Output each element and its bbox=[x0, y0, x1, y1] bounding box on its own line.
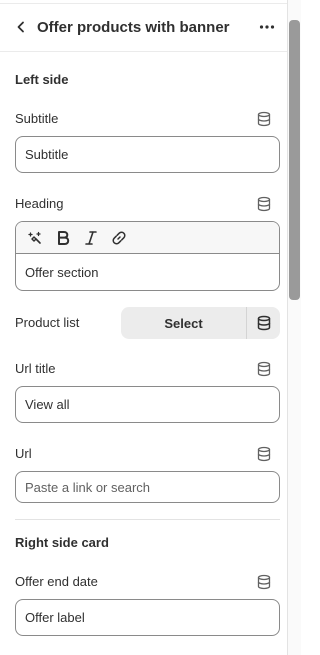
section-title-left-side: Left side bbox=[15, 72, 69, 87]
database-icon[interactable] bbox=[256, 361, 272, 377]
subtitle-input[interactable]: Subtitle bbox=[15, 136, 280, 173]
database-icon[interactable] bbox=[256, 111, 272, 127]
chevron-left-icon bbox=[17, 21, 24, 33]
database-icon bbox=[257, 315, 270, 331]
back-button[interactable] bbox=[8, 14, 34, 40]
section-divider bbox=[15, 519, 280, 520]
bold-icon bbox=[58, 230, 70, 245]
link-button[interactable] bbox=[108, 227, 130, 249]
more-horizontal-icon bbox=[259, 25, 275, 29]
url-label: Url bbox=[15, 446, 32, 461]
magic-icon bbox=[28, 231, 41, 244]
italic-button[interactable] bbox=[80, 227, 102, 249]
database-icon[interactable] bbox=[256, 196, 272, 212]
italic-icon bbox=[85, 230, 97, 245]
database-icon[interactable] bbox=[256, 574, 272, 590]
rte-toolbar bbox=[16, 222, 279, 254]
dynamic-source-button[interactable] bbox=[247, 307, 280, 339]
section-title-right-side-card: Right side card bbox=[15, 535, 109, 550]
bold-button[interactable] bbox=[52, 227, 74, 249]
subtitle-label: Subtitle bbox=[15, 111, 59, 126]
panel-header: Offer products with banner bbox=[0, 4, 287, 52]
url-title-input[interactable]: View all bbox=[15, 386, 280, 423]
heading-rich-text-editor: Offer section bbox=[15, 221, 280, 291]
scrollbar-thumb[interactable] bbox=[289, 20, 300, 300]
product-list-picker: Select bbox=[121, 307, 280, 339]
select-products-button[interactable]: Select bbox=[121, 307, 247, 339]
link-icon bbox=[112, 230, 126, 245]
url-title-label: Url title bbox=[15, 361, 56, 376]
more-actions-button[interactable] bbox=[254, 14, 280, 40]
database-icon[interactable] bbox=[256, 446, 272, 462]
offer-end-date-label: Offer end date bbox=[15, 574, 98, 589]
magic-button[interactable] bbox=[24, 227, 46, 249]
product-list-label: Product list bbox=[15, 315, 80, 330]
url-input[interactable]: Paste a link or search bbox=[15, 471, 280, 503]
heading-label: Heading bbox=[15, 196, 64, 211]
settings-panel: Offer products with banner Left side Sub… bbox=[0, 0, 288, 655]
offer-end-date-input[interactable]: Offer label bbox=[15, 599, 280, 636]
heading-input[interactable]: Offer section bbox=[16, 254, 279, 290]
page-title: Offer products with banner bbox=[37, 19, 230, 36]
